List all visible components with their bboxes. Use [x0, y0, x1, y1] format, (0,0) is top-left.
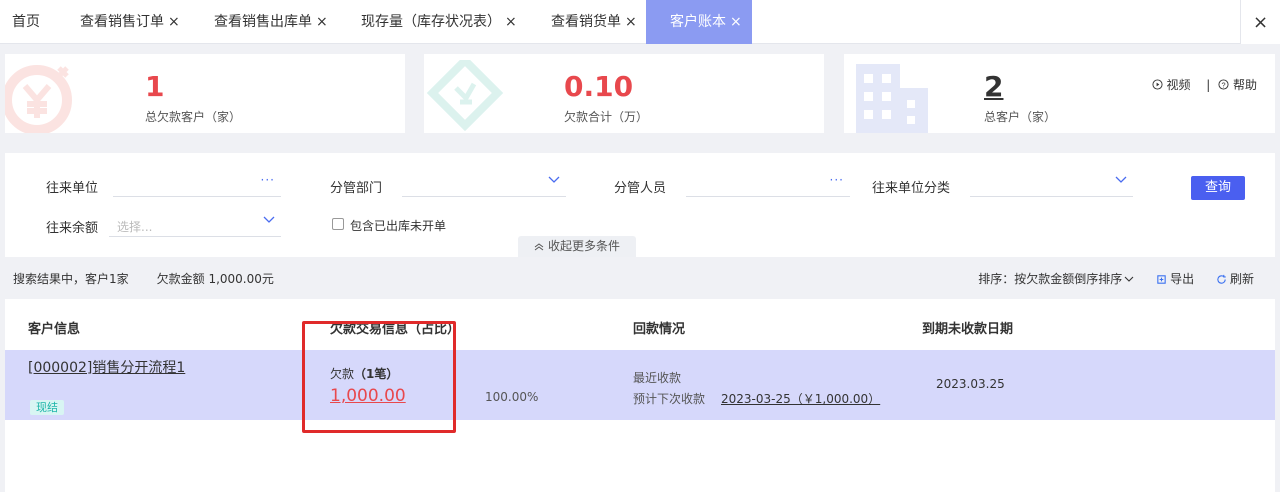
help-link[interactable]: 帮助	[1233, 78, 1257, 92]
debt-total-value: 0.10	[564, 70, 634, 103]
tab-bar: 首页 查看销售订单 × 查看销售出库单 × 现存量（库存状况表） × 查看销货单 × 客…	[0, 0, 1280, 44]
partner-category-select[interactable]	[970, 173, 1133, 197]
sort-dropdown[interactable]: 排序：按欠款金额倒序排序	[978, 272, 1134, 286]
tab-close-icon[interactable]: ×	[730, 14, 742, 30]
chevron-down-icon	[1124, 276, 1134, 282]
query-button[interactable]: 查询	[1191, 176, 1245, 200]
summary-card-debt-total: 0.10 欠款合计（万）	[424, 54, 824, 133]
tab-close-icon[interactable]: ×	[316, 14, 328, 30]
total-customers-value: 2	[984, 70, 1004, 103]
search-summary: 搜索结果中，客户1家	[13, 272, 129, 286]
header-debt-info: 欠款交易信息（占比）	[330, 322, 461, 337]
svg-text:?: ?	[1222, 80, 1226, 89]
help-circle-icon: ?	[1218, 79, 1229, 90]
department-label: 分管部门	[330, 181, 383, 196]
debt-amount-link[interactable]: 1,000.00	[330, 386, 406, 406]
chevron-down-icon	[1115, 176, 1127, 183]
summary-card-debt-customers: 1 总欠款客户（家）	[5, 54, 405, 133]
table-row[interactable]: [000002]销售分开流程1 现结 欠款（1笔） 1,000.00 100.0…	[5, 350, 1275, 420]
partner-unit-field[interactable]: ···	[113, 173, 281, 197]
chevron-double-up-icon	[534, 242, 544, 250]
include-shipped-checkbox[interactable]	[332, 218, 344, 230]
customer-ledger-table: 客户信息 欠款交易信息（占比） 回款情况 到期未收款日期 [000002]销售分…	[5, 299, 1275, 492]
header-payment-status: 回款情况	[633, 322, 686, 337]
result-bar: 搜索结果中，客户1家 欠款金额 1,000.00元 排序：按欠款金额倒序排序 导出…	[0, 265, 1280, 291]
debt-customers-value: 1	[145, 70, 165, 103]
refresh-icon	[1217, 274, 1226, 284]
include-shipped-label[interactable]: 包含已出库未开单	[350, 217, 446, 234]
link-separator: |	[1206, 77, 1211, 92]
close-all-tabs-button[interactable]: ×	[1240, 0, 1280, 44]
chevron-down-icon	[263, 216, 275, 223]
tab-stock-status[interactable]: 现存量（库存状况表） ×	[351, 0, 527, 44]
more-options-icon[interactable]: ···	[261, 173, 275, 187]
staff-label: 分管人员	[614, 181, 667, 196]
tab-close-icon[interactable]: ×	[505, 14, 517, 30]
recent-payment-label: 最近收款	[633, 371, 682, 385]
summary-card-total-customers: 2 总客户（家） 视频 | ? 帮助	[844, 54, 1275, 133]
building-icon	[856, 64, 928, 133]
balance-placeholder: 选择...	[117, 220, 153, 234]
filter-panel: 往来单位 ··· 分管部门 分管人员 ··· 往来单位分类 查询 往来余额 选择…	[5, 153, 1275, 257]
next-payment-link[interactable]: 2023-03-25（￥1,000.00）	[721, 392, 880, 406]
staff-field[interactable]: ···	[686, 173, 850, 197]
partner-unit-label: 往来单位	[46, 181, 99, 196]
collapse-conditions-button[interactable]: 收起更多条件	[518, 236, 636, 257]
status-badge: 现结	[30, 400, 64, 415]
total-customers-label: 总客户（家）	[984, 110, 1057, 124]
balance-select[interactable]: 选择...	[109, 213, 281, 237]
close-icon: ×	[1252, 11, 1269, 33]
export-button[interactable]: 导出	[1156, 272, 1194, 286]
partner-category-label: 往来单位分类	[872, 181, 951, 196]
card-links: 视频 | ? 帮助	[1152, 76, 1257, 93]
play-circle-icon	[1152, 79, 1163, 90]
due-date: 2023.03.25	[936, 377, 1005, 391]
yen-coin-icon	[5, 65, 72, 133]
tab-sales-order[interactable]: 查看销售订单 ×	[70, 0, 190, 44]
debt-amount-summary: 欠款金额 1,000.00元	[156, 272, 274, 286]
next-payment: 预计下次收款 2023-03-25（￥1,000.00）	[633, 392, 881, 406]
tab-close-icon[interactable]: ×	[168, 14, 180, 30]
voucher-icon	[426, 60, 504, 132]
tab-customer-ledger[interactable]: 客户账本 ×	[646, 0, 752, 44]
department-select[interactable]	[402, 173, 566, 197]
debt-total-label: 欠款合计（万）	[564, 110, 649, 124]
tab-close-icon[interactable]: ×	[625, 14, 637, 30]
tab-sales-outbound[interactable]: 查看销售出库单 ×	[204, 0, 338, 44]
tab-sales-delivery[interactable]: 查看销货单 ×	[541, 0, 647, 44]
balance-label: 往来余额	[46, 221, 99, 236]
export-icon	[1157, 275, 1166, 284]
more-options-icon[interactable]: ···	[830, 173, 844, 187]
debt-title: 欠款（1笔）	[330, 367, 399, 381]
debt-customers-label: 总欠款客户（家）	[145, 110, 242, 124]
tab-home[interactable]: 首页	[2, 0, 50, 44]
debt-ratio: 100.00%	[485, 390, 539, 404]
header-customer-info: 客户信息	[28, 322, 81, 337]
customer-name-link[interactable]: [000002]销售分开流程1	[28, 357, 185, 377]
refresh-button[interactable]: 刷新	[1216, 272, 1254, 286]
video-link[interactable]: 视频	[1166, 78, 1190, 92]
header-due-date: 到期未收款日期	[922, 322, 1014, 337]
chevron-down-icon	[548, 176, 560, 183]
